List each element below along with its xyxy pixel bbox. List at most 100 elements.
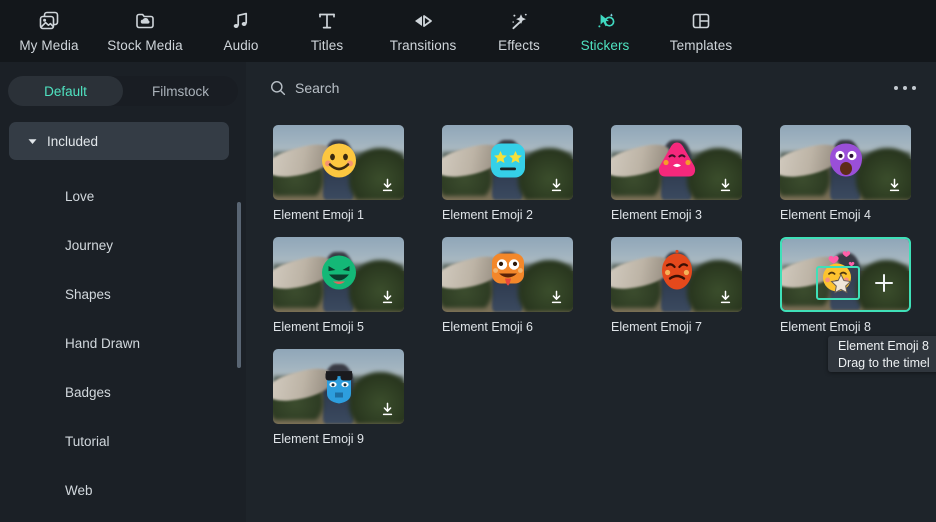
nav-label: Templates	[669, 38, 733, 53]
sticker-thumbnail[interactable]	[442, 237, 573, 312]
download-icon[interactable]	[717, 177, 734, 194]
caret-down-icon	[21, 138, 43, 145]
nav-item-audio[interactable]: Audio	[198, 0, 284, 58]
nav-item-transitions[interactable]: Transitions	[370, 0, 476, 58]
category-list: Love Journey Shapes Hand Drawn Badges Tu…	[0, 172, 246, 522]
cloud-folder-icon	[133, 8, 157, 34]
magic-wand-icon	[507, 8, 531, 34]
sticker-title: Element Emoji 4	[780, 208, 872, 222]
nav-label: Titles	[310, 38, 344, 53]
sidebar-item-journey[interactable]: Journey	[0, 221, 246, 270]
more-options-icon[interactable]	[894, 79, 916, 97]
layout-grid-icon	[689, 8, 713, 34]
sticker-browser: Search Element Emoji 1 Element Emoji 2 E…	[246, 62, 936, 522]
sticker-thumbnail[interactable]	[273, 125, 404, 200]
nav-item-titles[interactable]: Titles	[284, 0, 370, 58]
search-input[interactable]: Search	[295, 80, 339, 96]
emoji-overlay	[487, 139, 529, 186]
tooltip-title: Element Emoji 8	[838, 339, 930, 353]
sticker-thumbnail[interactable]	[780, 237, 911, 312]
nav-item-templates[interactable]: Templates	[648, 0, 754, 58]
nav-item-stock-media[interactable]: Stock Media	[92, 0, 198, 58]
sidebar-item-label: Journey	[65, 238, 114, 253]
emoji-overlay	[318, 139, 360, 186]
sidebar-group-included[interactable]: Included	[9, 122, 229, 160]
sticker-title: Element Emoji 2	[442, 208, 534, 222]
sticker-card[interactable]: Element Emoji 4	[780, 125, 911, 222]
tooltip-hint: Drag to the timel	[838, 355, 930, 370]
sidebar-item-shapes[interactable]: Shapes	[0, 270, 246, 319]
sticker-thumbnail[interactable]	[273, 237, 404, 312]
tab-label: Default	[44, 83, 87, 99]
plus-icon	[875, 274, 893, 292]
nav-item-my-media[interactable]: My Media	[6, 0, 92, 58]
image-stack-icon	[37, 8, 61, 34]
sticker-card[interactable]: Element Emoji 6	[442, 237, 573, 334]
tab-filmstock[interactable]: Filmstock	[123, 76, 238, 106]
sidebar-item-label: Shapes	[65, 287, 111, 302]
download-icon[interactable]	[548, 177, 565, 194]
sticker-thumbnail[interactable]	[442, 125, 573, 200]
tab-default[interactable]: Default	[8, 76, 123, 106]
emoji-overlay	[487, 250, 529, 299]
sidebar-item-badges[interactable]: Badges	[0, 368, 246, 417]
download-icon[interactable]	[717, 289, 734, 306]
nav-label: Audio	[223, 38, 259, 53]
emoji-overlay	[825, 139, 867, 186]
tab-label: Filmstock	[152, 83, 209, 99]
sticker-card-selected[interactable]: Element Emoji 8	[780, 237, 911, 334]
nav-item-effects[interactable]: Effects	[476, 0, 562, 58]
arrows-swap-icon	[410, 8, 436, 34]
emoji-overlay	[318, 361, 360, 412]
download-icon[interactable]	[379, 401, 396, 418]
search-icon	[270, 80, 286, 96]
nav-label: Effects	[498, 38, 540, 53]
sidebar-item-label: Hand Drawn	[65, 336, 141, 351]
sticker-drag-cursor-icon	[830, 273, 852, 300]
sidebar-scrollbar[interactable]	[237, 202, 241, 368]
sticker-thumbnail[interactable]	[611, 125, 742, 200]
sticker-thumbnail[interactable]	[611, 237, 742, 312]
main-navigation-bar: My Media Stock Media Audio Titles Transi…	[0, 0, 936, 62]
sidebar-item-web[interactable]: Web	[0, 466, 246, 515]
sidebar-item-hand-drawn[interactable]: Hand Drawn	[0, 319, 246, 368]
text-t-icon	[315, 8, 339, 34]
music-note-icon	[229, 8, 253, 34]
search-bar[interactable]: Search	[246, 62, 936, 114]
sticker-card[interactable]: Element Emoji 5	[273, 237, 404, 334]
emoji-overlay	[656, 249, 698, 300]
sticker-title: Element Emoji 8	[780, 320, 872, 334]
sticker-title: Element Emoji 1	[273, 208, 365, 222]
sticker-title: Element Emoji 3	[611, 208, 703, 222]
emoji-overlay	[318, 251, 360, 298]
sticker-card[interactable]: Element Emoji 7	[611, 237, 742, 334]
nav-item-stickers[interactable]: Stickers	[562, 0, 648, 58]
sticker-title: Element Emoji 7	[611, 320, 703, 334]
nav-label: My Media	[19, 38, 79, 53]
sticker-title: Element Emoji 6	[442, 320, 534, 334]
sticker-thumbnail[interactable]	[273, 349, 404, 424]
sidebar-item-love[interactable]: Love	[0, 172, 246, 221]
sticker-grid: Element Emoji 1 Element Emoji 2 Element …	[246, 114, 936, 522]
download-icon[interactable]	[379, 177, 396, 194]
sticker-title: Element Emoji 9	[273, 432, 365, 446]
sidebar-item-label: Tutorial	[65, 434, 110, 449]
sticker-card[interactable]: Element Emoji 1	[273, 125, 404, 222]
sticker-cursor-icon	[592, 8, 618, 34]
sidebar-group-label: Included	[47, 133, 99, 149]
sticker-title: Element Emoji 5	[273, 320, 365, 334]
sticker-card[interactable]: Element Emoji 9	[273, 349, 404, 446]
emoji-overlay	[655, 139, 699, 186]
sticker-card[interactable]: Element Emoji 3	[611, 125, 742, 222]
sidebar-item-label: Badges	[65, 385, 111, 400]
sticker-card[interactable]: Element Emoji 2	[442, 125, 573, 222]
download-icon[interactable]	[886, 177, 903, 194]
category-sidebar: Default Filmstock Included Love Journey …	[0, 62, 246, 522]
download-icon[interactable]	[379, 289, 396, 306]
sticker-library-window: My Media Stock Media Audio Titles Transi…	[0, 0, 936, 522]
sidebar-item-tutorial[interactable]: Tutorial	[0, 417, 246, 466]
source-tabs: Default Filmstock	[8, 76, 238, 106]
sticker-thumbnail[interactable]	[780, 125, 911, 200]
download-icon[interactable]	[548, 289, 565, 306]
sidebar-item-label: Web	[65, 483, 93, 498]
